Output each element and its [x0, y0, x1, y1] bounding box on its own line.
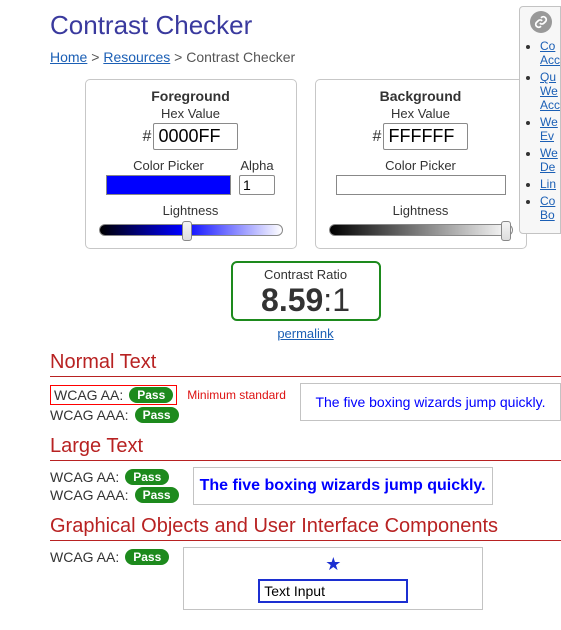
side-link[interactable]: Bo: [540, 208, 555, 222]
normal-text-sample: The five boxing wizards jump quickly.: [315, 394, 545, 410]
bg-lightness-thumb[interactable]: [501, 221, 511, 241]
large-text-sample-box: The five boxing wizards jump quickly.: [193, 467, 493, 505]
bg-color-swatch[interactable]: [336, 175, 506, 195]
normal-aa-label: WCAG AA:: [54, 387, 123, 403]
side-link[interactable]: Acc: [540, 53, 560, 67]
bg-lightness-slider[interactable]: [329, 224, 513, 236]
normal-aa-highlight: WCAG AA: Pass: [50, 385, 177, 405]
fg-alpha-input[interactable]: [239, 175, 275, 195]
foreground-title: Foreground: [98, 88, 284, 104]
breadcrumb-current: Contrast Checker: [186, 49, 295, 65]
fg-lightness-slider[interactable]: [99, 224, 283, 236]
color-panels: Foreground Hex Value # Color Picker Alph…: [50, 79, 561, 249]
contrast-ratio-suffix: :1: [323, 282, 350, 318]
ui-components-heading: Graphical Objects and User Interface Com…: [50, 515, 561, 541]
fg-lightness-label: Lightness: [98, 203, 284, 218]
permalink-link[interactable]: permalink: [277, 326, 333, 341]
large-aaa-badge: Pass: [135, 487, 179, 503]
link-icon: [530, 11, 552, 33]
side-link[interactable]: Co: [540, 39, 555, 53]
normal-aa-badge: Pass: [129, 387, 173, 403]
normal-aaa-label: WCAG AAA:: [50, 407, 129, 423]
foreground-panel: Foreground Hex Value # Color Picker Alph…: [85, 79, 297, 249]
ui-aa-badge: Pass: [125, 549, 169, 565]
breadcrumb-sep: >: [91, 49, 99, 65]
breadcrumb-resources[interactable]: Resources: [103, 49, 170, 65]
background-title: Background: [328, 88, 514, 104]
breadcrumb-sep: >: [174, 49, 182, 65]
contrast-ratio-label: Contrast Ratio: [239, 267, 373, 282]
large-aa-label: WCAG AA:: [50, 469, 119, 485]
side-link[interactable]: We: [540, 84, 558, 98]
fg-alpha-label: Alpha: [240, 158, 273, 173]
ui-sample-box: ★: [183, 547, 483, 610]
side-link[interactable]: We: [540, 115, 558, 129]
hash-symbol: #: [143, 128, 152, 146]
breadcrumb: Home > Resources > Contrast Checker: [50, 49, 561, 65]
fg-picker-label: Color Picker: [133, 158, 204, 173]
ui-sample-input[interactable]: [258, 579, 408, 603]
normal-text-sample-box: The five boxing wizards jump quickly.: [300, 383, 561, 421]
large-aa-badge: Pass: [125, 469, 169, 485]
breadcrumb-home[interactable]: Home: [50, 49, 87, 65]
contrast-ratio-box: Contrast Ratio 8.59:1: [231, 261, 381, 321]
fg-hex-input[interactable]: [153, 123, 238, 150]
side-link[interactable]: Lin: [540, 177, 556, 191]
related-links-panel: CoAcc QuWeAcc WeEv WeDe Lin CoBo: [519, 6, 561, 234]
side-link[interactable]: Acc: [540, 98, 560, 112]
contrast-ratio-value: 8.59: [261, 282, 323, 318]
hash-symbol: #: [373, 128, 382, 146]
side-link[interactable]: Qu: [540, 70, 556, 84]
large-text-heading: Large Text: [50, 435, 561, 461]
fg-hex-label: Hex Value: [98, 106, 284, 121]
large-text-sample: The five boxing wizards jump quickly.: [200, 477, 486, 495]
side-link[interactable]: Ev: [540, 129, 554, 143]
page-title: Contrast Checker: [50, 10, 561, 41]
star-icon: ★: [325, 554, 341, 575]
side-link[interactable]: De: [540, 160, 555, 174]
side-link[interactable]: Co: [540, 194, 555, 208]
minimum-standard-note: Minimum standard: [187, 388, 286, 402]
ui-aa-label: WCAG AA:: [50, 549, 119, 565]
normal-aaa-badge: Pass: [135, 407, 179, 423]
bg-picker-label: Color Picker: [385, 158, 456, 173]
side-link[interactable]: We: [540, 146, 558, 160]
large-aaa-label: WCAG AAA:: [50, 487, 129, 503]
fg-color-swatch[interactable]: [106, 175, 231, 195]
bg-hex-input[interactable]: [383, 123, 468, 150]
bg-hex-label: Hex Value: [328, 106, 514, 121]
fg-lightness-thumb[interactable]: [182, 221, 192, 241]
bg-lightness-label: Lightness: [328, 203, 514, 218]
background-panel: Background Hex Value # Color Picker Ligh…: [315, 79, 527, 249]
normal-text-heading: Normal Text: [50, 351, 561, 377]
